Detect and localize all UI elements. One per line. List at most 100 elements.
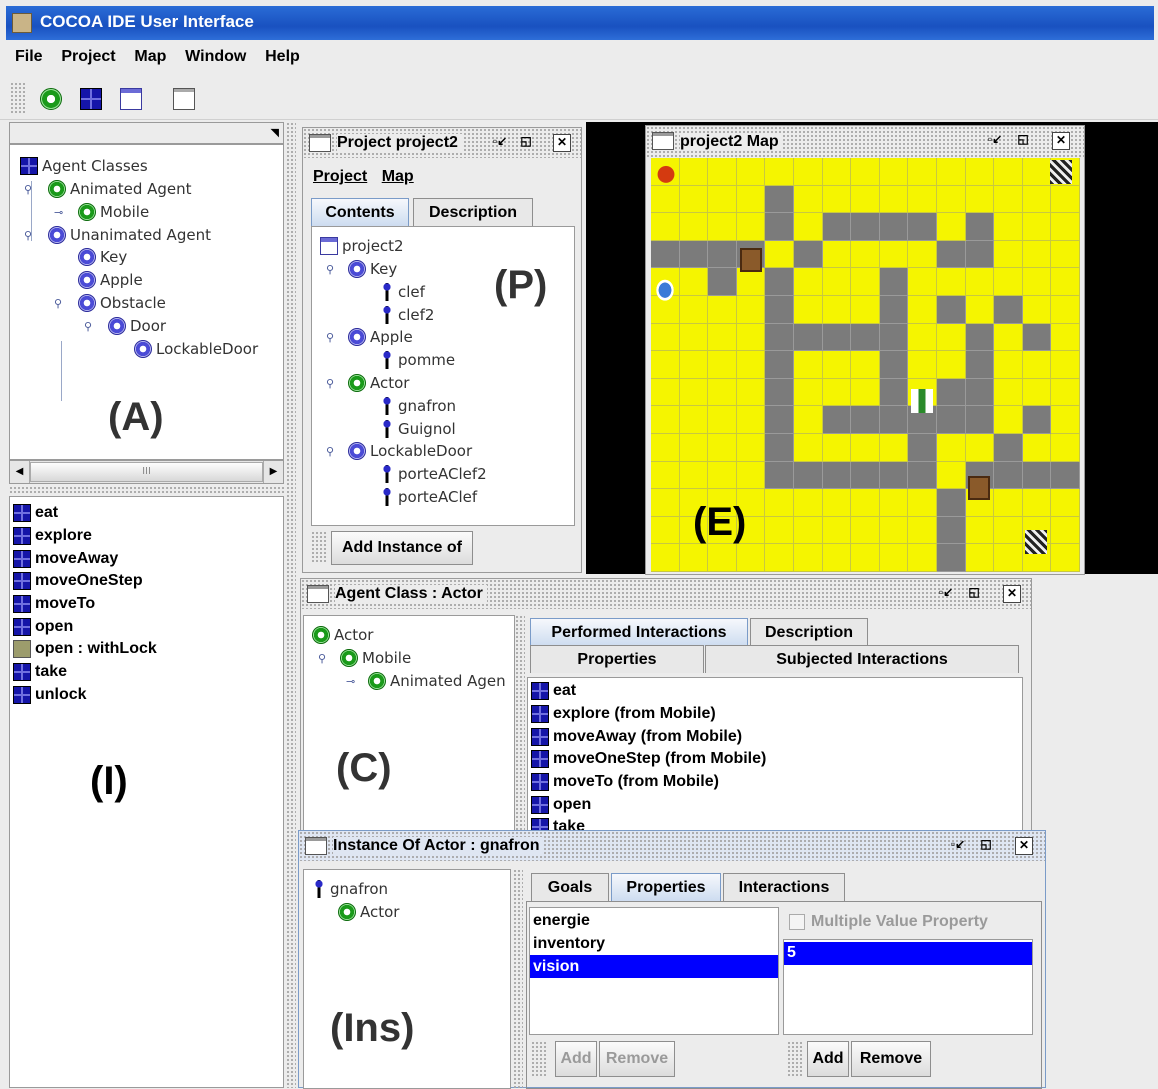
map-floor-cell[interactable]	[1051, 351, 1080, 379]
map-floor-cell[interactable]	[651, 351, 680, 379]
tree-gnafron[interactable]: gnafron	[312, 880, 388, 898]
map-floor-cell[interactable]	[765, 240, 794, 269]
map-wall-cell[interactable]	[994, 434, 1023, 462]
scroll-right-icon[interactable]: ▶	[263, 461, 283, 483]
maximize-icon[interactable]: ◱	[977, 837, 995, 855]
map-wall-cell[interactable]	[965, 406, 995, 434]
map-wall-cell[interactable]	[679, 240, 709, 269]
map-floor-cell[interactable]	[851, 158, 880, 186]
map-floor-cell[interactable]	[851, 268, 880, 296]
tree-actor[interactable]: Actor	[312, 626, 373, 644]
map-floor-cell[interactable]	[794, 296, 823, 324]
map-floor-cell[interactable]	[708, 434, 737, 462]
map-wall-cell[interactable]	[765, 406, 794, 434]
instance-splitter[interactable]	[513, 869, 523, 1089]
map-floor-cell[interactable]	[679, 351, 709, 379]
add-property-button[interactable]: Add	[555, 1041, 597, 1077]
map-floor-cell[interactable]	[794, 185, 823, 214]
map-wall-cell[interactable]	[937, 544, 966, 572]
map-floor-cell[interactable]	[1022, 378, 1052, 407]
map-wall-cell[interactable]	[1022, 406, 1052, 434]
map-wall-cell[interactable]	[765, 185, 794, 214]
menu-file[interactable]: File	[8, 44, 50, 70]
map-floor-cell[interactable]	[822, 489, 852, 517]
map-wall-cell[interactable]	[794, 323, 823, 352]
map-floor-cell[interactable]	[994, 516, 1023, 545]
map-floor-cell[interactable]	[1022, 351, 1052, 379]
map-floor-cell[interactable]	[736, 461, 766, 490]
map-floor-cell[interactable]	[1022, 158, 1052, 186]
agent-class-frame-titlebar[interactable]: Agent Class : Actor ▫↙ ◱ ✕	[301, 579, 1031, 609]
map-wall-cell[interactable]	[765, 351, 794, 379]
class-splitter[interactable]	[515, 615, 525, 837]
map-floor-cell[interactable]	[965, 158, 995, 186]
map-floor-cell[interactable]	[937, 434, 966, 462]
scroll-left-icon[interactable]: ◀	[10, 461, 30, 483]
map-floor-cell[interactable]	[651, 185, 680, 214]
map-floor-cell[interactable]	[908, 516, 937, 545]
close-icon[interactable]: ✕	[1003, 585, 1021, 603]
map-floor-cell[interactable]	[994, 158, 1023, 186]
map-floor-cell[interactable]	[965, 268, 995, 296]
map-wall-cell[interactable]	[794, 461, 823, 490]
map-floor-cell[interactable]	[908, 544, 937, 572]
maximize-icon[interactable]: ◱	[965, 585, 983, 603]
map-wall-cell[interactable]	[1022, 461, 1052, 490]
tree-obstacle[interactable]: ⚲ Obstacle	[54, 294, 166, 312]
map-wall-cell[interactable]	[879, 268, 909, 296]
map-floor-cell[interactable]	[937, 323, 966, 352]
qr-key-icon[interactable]	[1050, 160, 1072, 184]
map-floor-cell[interactable]	[679, 185, 709, 214]
tree-actor[interactable]: ⚲ Actor	[326, 374, 409, 392]
new-animated-agent-icon[interactable]	[40, 88, 62, 110]
tree-guignol[interactable]: Guignol	[380, 420, 456, 438]
tree-door[interactable]: ⚲ Door	[84, 317, 166, 335]
map-floor-cell[interactable]	[994, 378, 1023, 407]
map-wall-cell[interactable]	[937, 240, 966, 269]
map-wall-cell[interactable]	[822, 323, 852, 352]
map-wall-cell[interactable]	[765, 213, 794, 241]
map-floor-cell[interactable]	[908, 240, 937, 269]
map-wall-cell[interactable]	[851, 406, 880, 434]
map-floor-cell[interactable]	[708, 461, 737, 490]
map-floor-cell[interactable]	[765, 158, 794, 186]
button-bar-grip[interactable]	[531, 1041, 547, 1077]
map-floor-cell[interactable]	[736, 185, 766, 214]
map-floor-cell[interactable]	[994, 213, 1023, 241]
map-floor-cell[interactable]	[994, 323, 1023, 352]
map-floor-cell[interactable]	[851, 516, 880, 545]
map-wall-cell[interactable]	[937, 516, 966, 545]
list-item[interactable]: moveAway (from Mobile)	[528, 725, 1022, 748]
map-wall-cell[interactable]	[879, 378, 909, 407]
map-wall-cell[interactable]	[994, 461, 1023, 490]
tree-clef[interactable]: clef	[380, 283, 425, 301]
edit-project-icon[interactable]	[120, 88, 142, 110]
map-floor-cell[interactable]	[736, 268, 766, 296]
map-floor-cell[interactable]	[794, 378, 823, 407]
menu-help[interactable]: Help	[258, 44, 307, 70]
map-floor-cell[interactable]	[1051, 516, 1080, 545]
tab-properties[interactable]: Properties	[530, 645, 704, 673]
map-wall-cell[interactable]	[937, 296, 966, 324]
map-wall-cell[interactable]	[1051, 461, 1080, 490]
tree-unanimated-agent[interactable]: ⚲ Unanimated Agent	[24, 226, 211, 244]
iconify-icon[interactable]: ▫↙	[937, 585, 955, 603]
map-floor-cell[interactable]	[965, 544, 995, 572]
map-floor-cell[interactable]	[1051, 544, 1080, 572]
map-floor-cell[interactable]	[708, 323, 737, 352]
tab-description[interactable]: Description	[750, 618, 868, 646]
map-floor-cell[interactable]	[908, 268, 937, 296]
map-floor-cell[interactable]	[1022, 296, 1052, 324]
map-floor-cell[interactable]	[822, 296, 852, 324]
map-floor-cell[interactable]	[794, 268, 823, 296]
map-wall-cell[interactable]	[908, 434, 937, 462]
map-floor-cell[interactable]	[679, 461, 709, 490]
map-wall-cell[interactable]	[879, 351, 909, 379]
map-floor-cell[interactable]	[651, 323, 680, 352]
tree-mobile[interactable]: ⚲ Mobile	[318, 649, 411, 667]
map-floor-cell[interactable]	[822, 268, 852, 296]
map-floor-cell[interactable]	[822, 516, 852, 545]
map-floor-cell[interactable]	[794, 406, 823, 434]
list-item[interactable]: open : withLock	[10, 638, 283, 661]
tree-pomme[interactable]: pomme	[380, 351, 455, 369]
